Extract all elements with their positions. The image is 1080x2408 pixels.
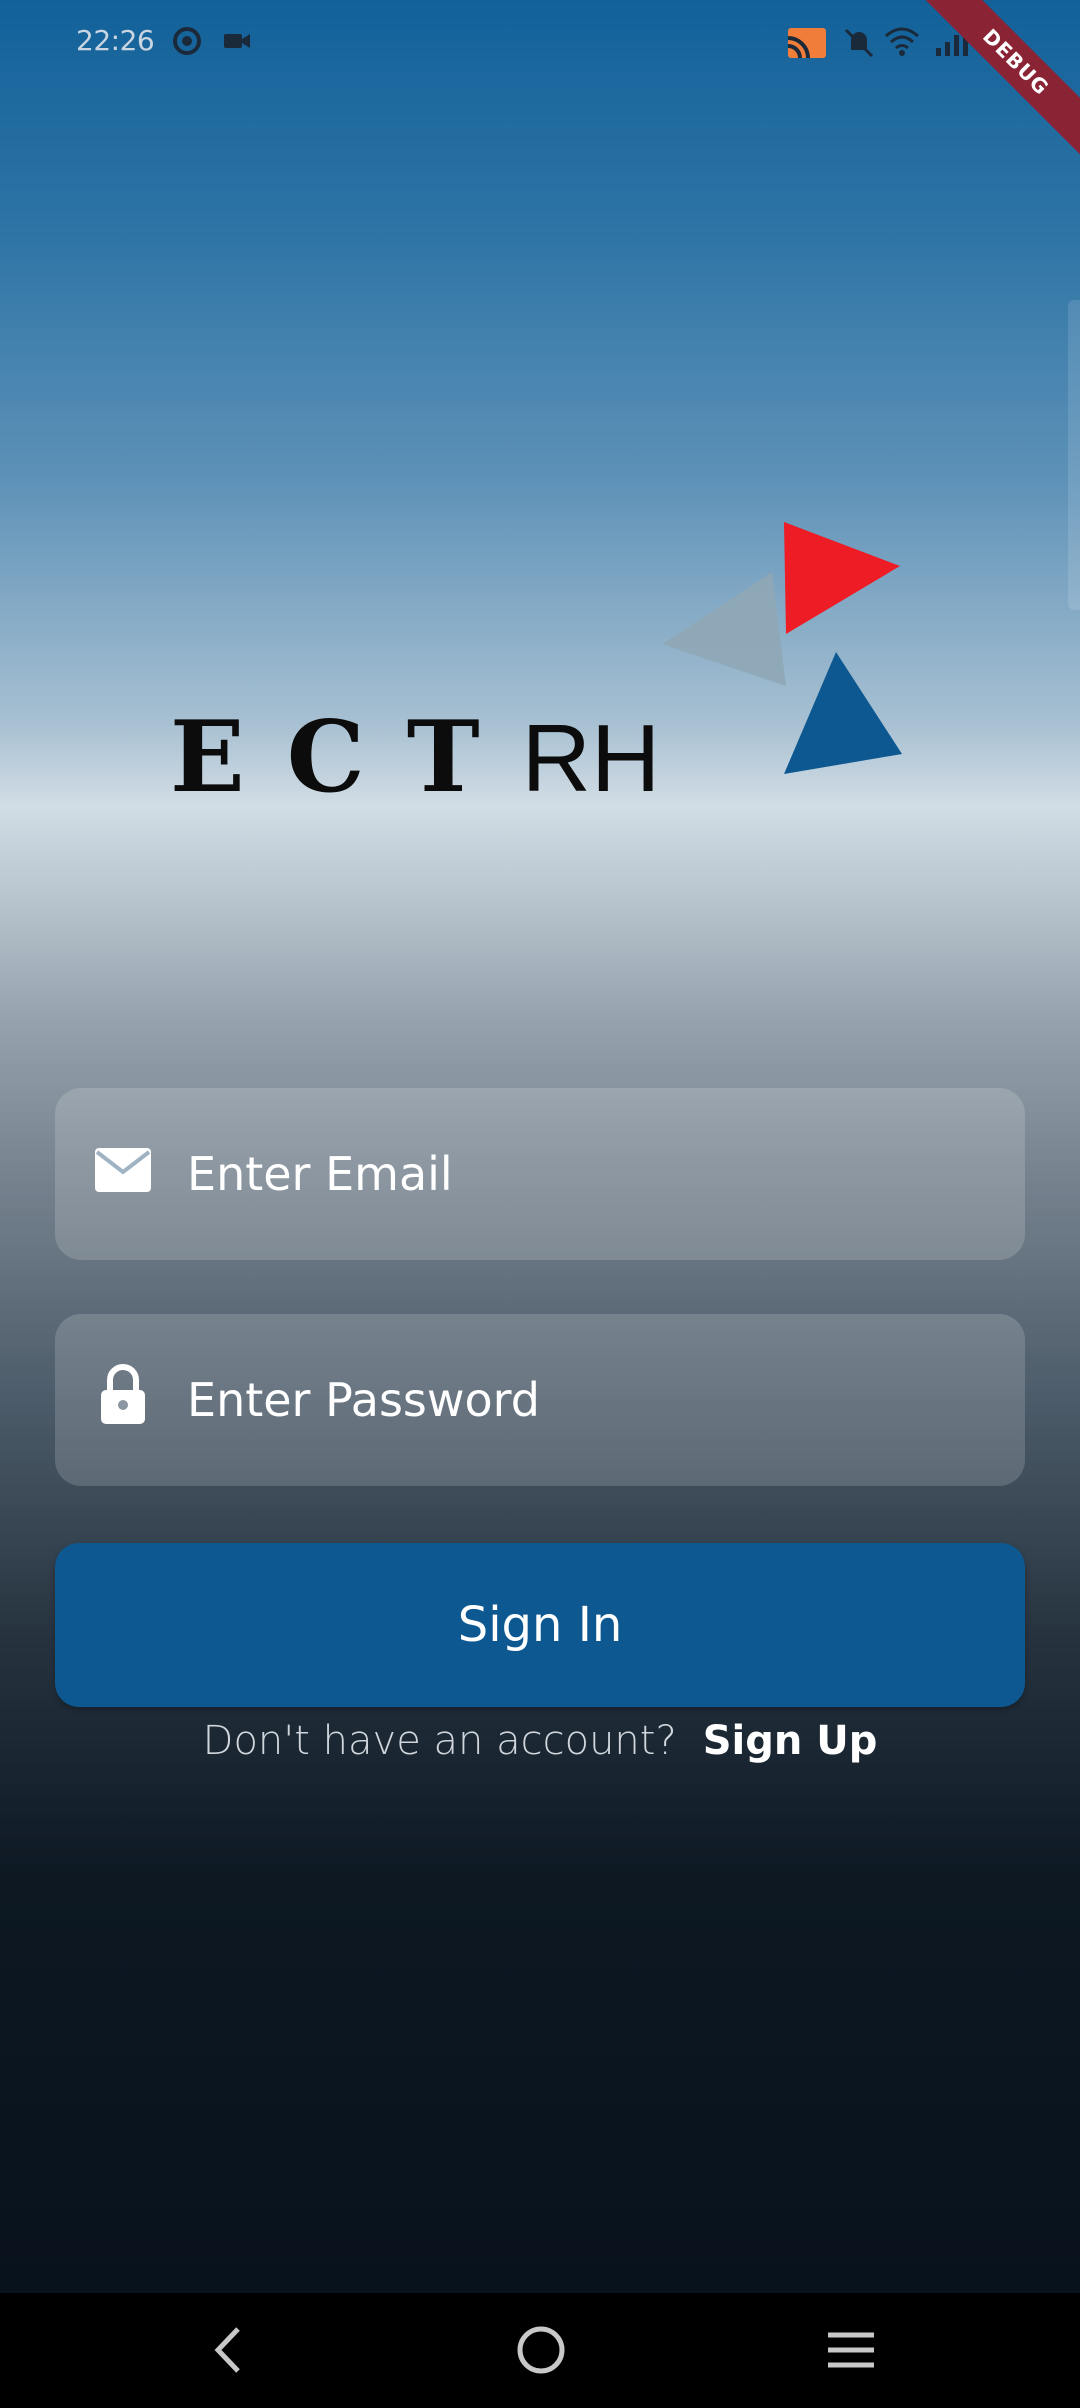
menu-icon[interactable] bbox=[824, 2323, 878, 2381]
logo-wordmark: E C T RH bbox=[170, 700, 690, 815]
bell-muted-icon bbox=[842, 26, 876, 64]
home-icon[interactable] bbox=[514, 2323, 568, 2381]
logo-letter-c: C bbox=[286, 700, 365, 815]
cast-icon bbox=[784, 26, 828, 66]
system-nav-bar bbox=[0, 2293, 1080, 2408]
logo-letters-rh: RH bbox=[521, 705, 661, 812]
email-input[interactable] bbox=[187, 1128, 987, 1220]
sign-up-row: Don't have an account? Sign Up bbox=[0, 1718, 1080, 1778]
debug-banner: DEBUG bbox=[900, 0, 1080, 180]
mail-icon bbox=[93, 1144, 153, 1200]
status-time: 22:26 bbox=[76, 24, 155, 57]
logo-letter-e: E bbox=[170, 700, 245, 815]
email-field[interactable] bbox=[55, 1088, 1025, 1260]
password-input[interactable] bbox=[187, 1354, 987, 1446]
video-icon bbox=[222, 26, 252, 60]
messenger-icon bbox=[172, 26, 202, 60]
edge-scroll-indicator bbox=[1068, 300, 1080, 610]
logo-letter-t: T bbox=[406, 700, 480, 815]
debug-banner-label: DEBUG bbox=[909, 0, 1080, 169]
password-field[interactable] bbox=[55, 1314, 1025, 1486]
back-icon[interactable] bbox=[206, 2323, 250, 2381]
sign-up-link[interactable]: Sign Up bbox=[703, 1718, 878, 1764]
lock-icon bbox=[93, 1364, 153, 1432]
status-bar: 22:26 DEBUG bbox=[0, 0, 1080, 169]
app-logo: E C T RH bbox=[160, 480, 902, 820]
sign-up-prompt: Don't have an account? bbox=[202, 1718, 677, 1764]
sign-in-button[interactable]: Sign In bbox=[55, 1543, 1025, 1707]
